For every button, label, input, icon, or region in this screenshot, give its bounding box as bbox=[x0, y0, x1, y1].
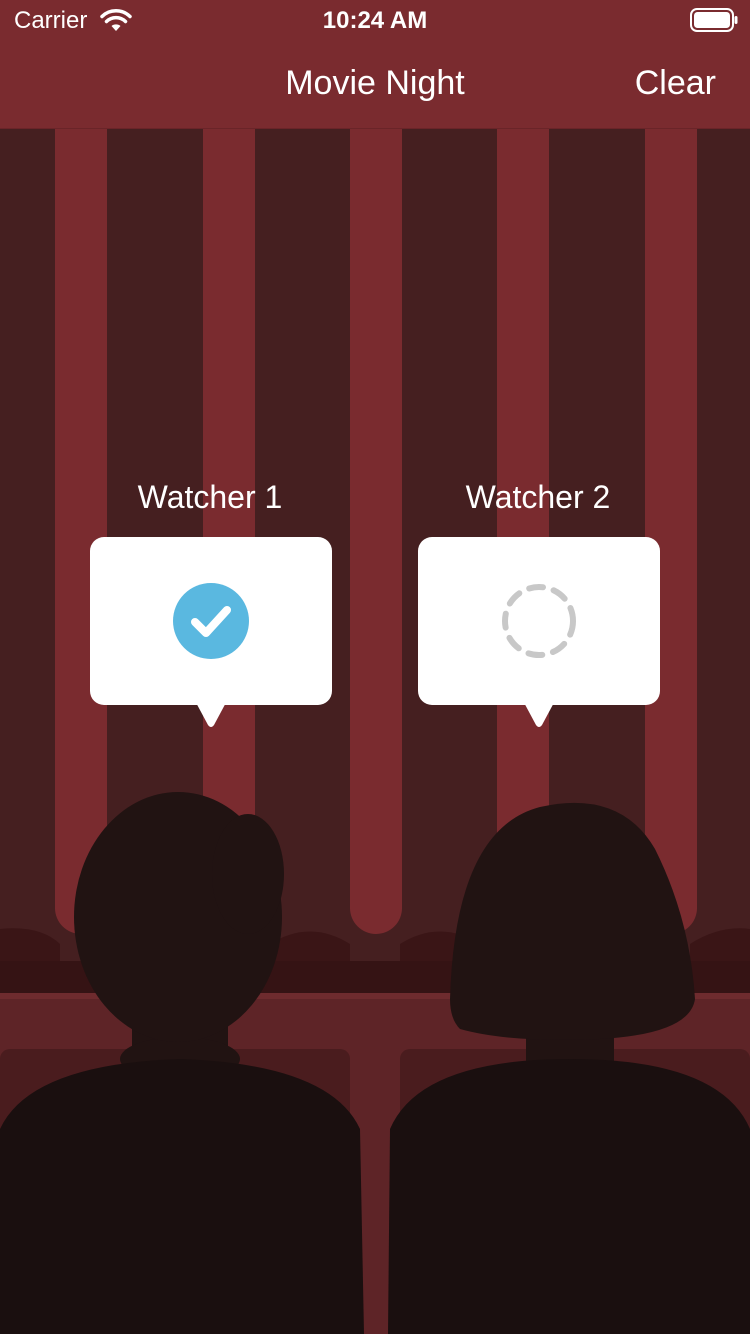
theater-scene: Watcher 1 Watcher 2 bbox=[0, 129, 750, 1334]
curtain-stripe-fill bbox=[203, 129, 255, 909]
battery-icon bbox=[690, 8, 738, 32]
watcher-2-label: Watcher 2 bbox=[465, 479, 611, 515]
curtain-stripe-fill bbox=[645, 129, 697, 909]
navigation-bar: Movie Night Clear bbox=[0, 40, 750, 129]
theater-background bbox=[0, 129, 750, 1334]
checkmark-circle-icon bbox=[173, 583, 249, 659]
status-bar: Carrier 10:24 AM bbox=[0, 0, 750, 40]
movie-night-screen: Carrier 10:24 AM Movie Night Clear Watch… bbox=[0, 0, 750, 1334]
bubble-tail bbox=[193, 697, 229, 727]
watcher-1-label: Watcher 1 bbox=[137, 479, 283, 515]
bubble-tail bbox=[521, 697, 557, 727]
watcher-2-status-bubble bbox=[418, 537, 660, 727]
curtain-stripe-fill bbox=[55, 129, 107, 909]
curtain-stripe-fill bbox=[350, 129, 402, 909]
clear-button[interactable]: Clear bbox=[635, 64, 716, 103]
curtain-stripe-fill bbox=[497, 129, 549, 909]
dashed-circle-loading-icon bbox=[502, 584, 576, 658]
clock-label: 10:24 AM bbox=[322, 7, 428, 34]
watcher-1-status-bubble bbox=[90, 537, 332, 727]
